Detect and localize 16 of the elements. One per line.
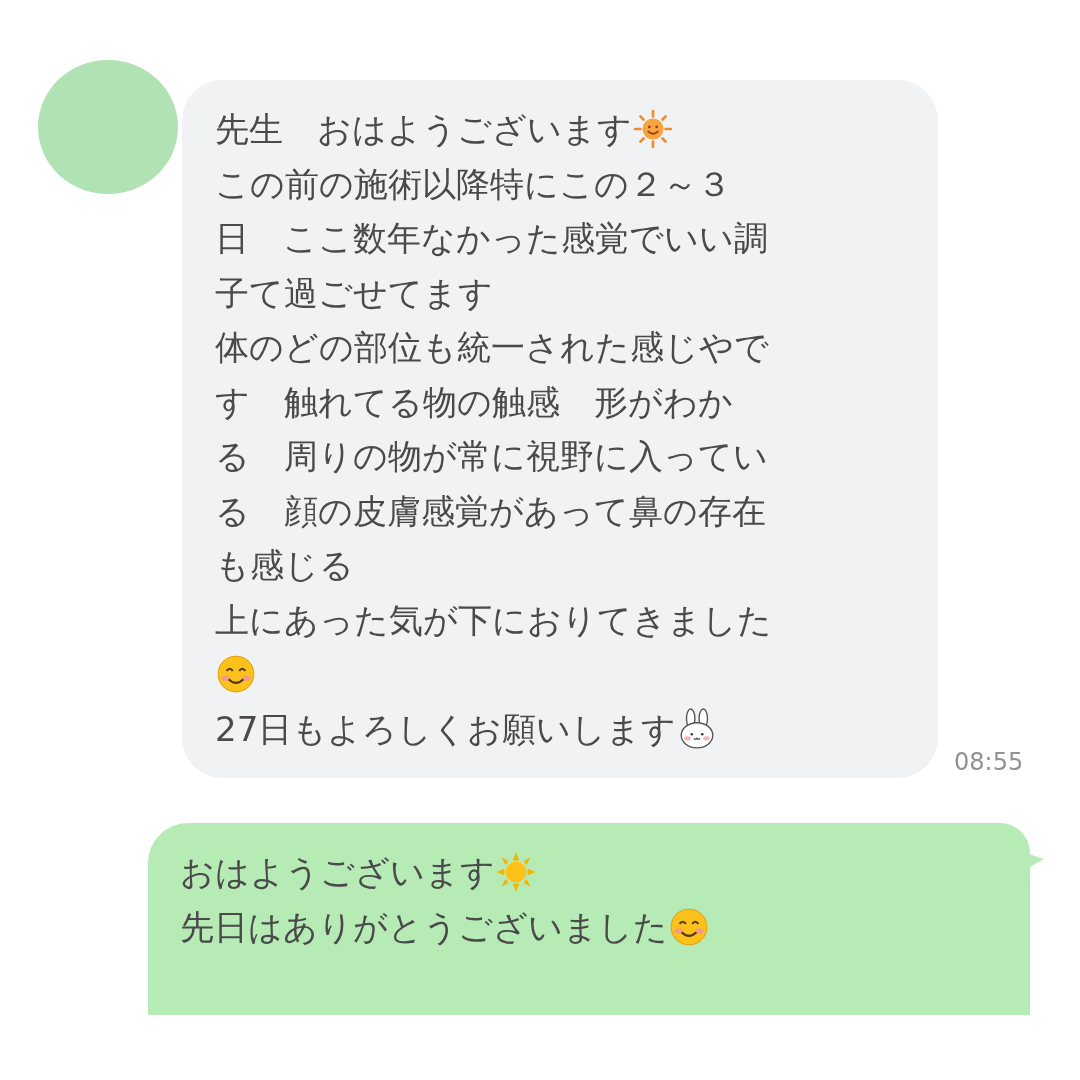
message-text: る 周りの物が常に視野に入ってい xyxy=(215,435,768,478)
message-text: 先生 おはようございます xyxy=(215,108,632,151)
sun-icon xyxy=(495,851,537,894)
message-text: おはようございます xyxy=(180,851,495,894)
message-text: 体のどの部位も統一された感じやで xyxy=(215,326,769,369)
message-text: 上にあった気が下におりてきました xyxy=(215,598,772,642)
sun-face-icon xyxy=(632,108,674,151)
message-text: この前の施術以降特にこの２～３ xyxy=(215,162,731,206)
message-text: 27日もよろしくお願いします xyxy=(215,707,677,751)
message-text: 子て過ごせてます xyxy=(215,271,493,315)
message-text: す 触れてる物の触感 形がわか xyxy=(215,380,733,424)
message-text: も感じる xyxy=(215,544,354,587)
message-time: 08:55 xyxy=(954,748,1024,776)
message-text: る 顔の皮膚感覚があって鼻の存在 xyxy=(215,489,766,533)
message-text: 日 ここ数年なかった感覚でいい調 xyxy=(215,217,768,260)
message-text: 先日はありがとうございました xyxy=(180,905,668,949)
